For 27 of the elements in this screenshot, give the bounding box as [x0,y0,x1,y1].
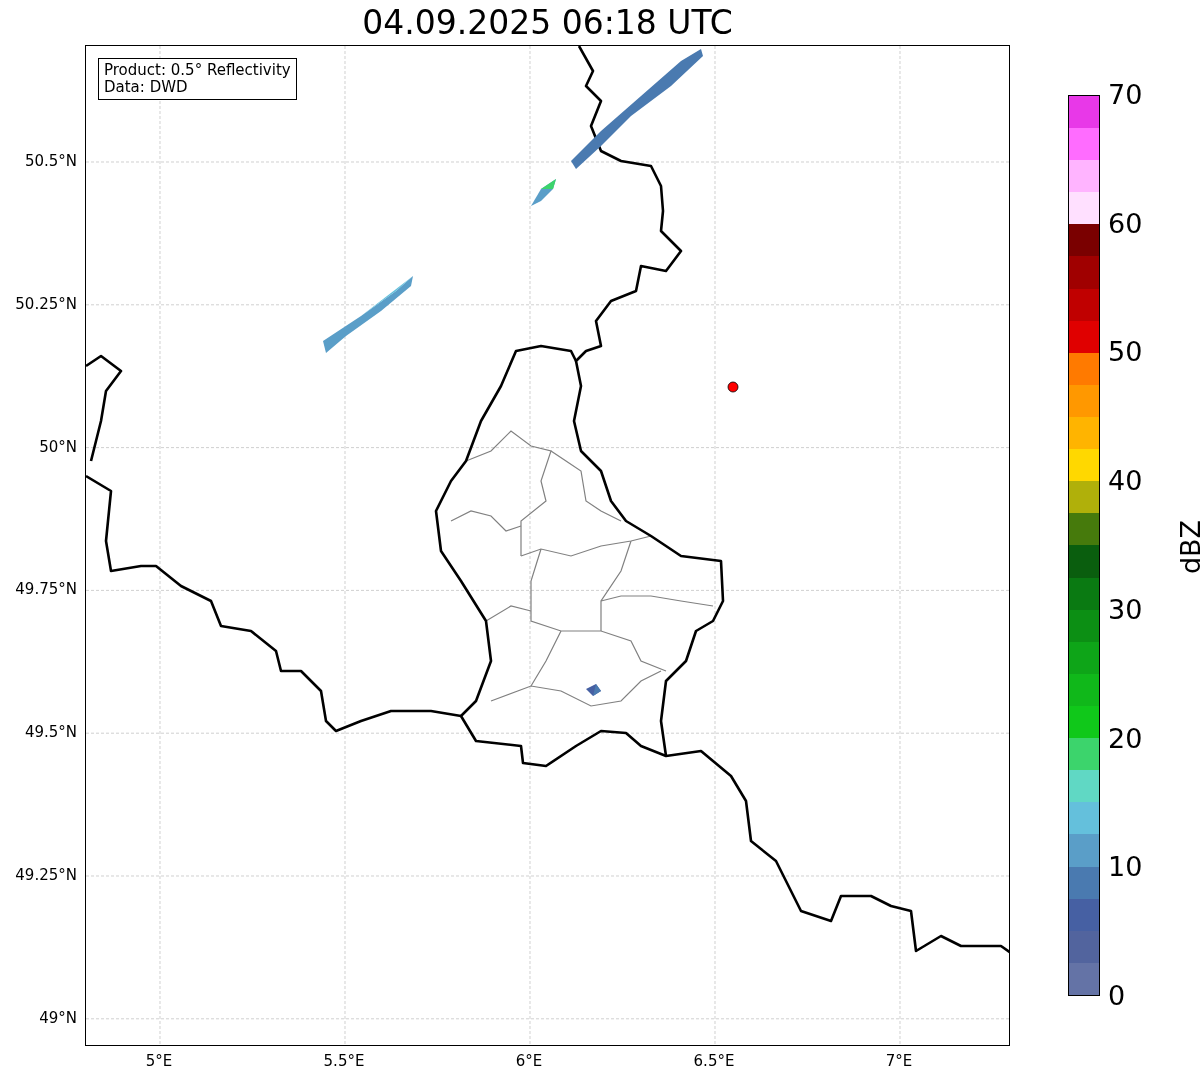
latitude-tick-label: 49.75°N [15,580,77,599]
latitude-tick-label: 49.25°N [15,866,77,884]
colorbar-tick-label: 0 [1108,981,1126,1011]
longitude-tick-label: 6°E [515,1052,543,1070]
chart-title: 04.09.2025 06:18 UTC [362,3,733,43]
radar-echo [586,684,601,696]
latitude-tick-label: 49°N [39,1008,77,1027]
colorbar-tick-label: 20 [1108,723,1143,754]
colorbar-label: dBZ [1176,519,1202,575]
longitude-tick-label: 5°E [145,1052,173,1070]
colorbar-tick-label: 30 [1108,594,1143,625]
latitude-tick-label: 50°N [39,437,77,456]
radar-echo [531,179,556,206]
latitude-tick-label: 50.25°N [15,294,77,313]
colorbar-tick-label: 50 [1108,337,1143,368]
colorbar-tick-label: 60 [1108,208,1143,239]
longitude-tick-label: 5.5°E [323,1052,365,1070]
location-marker [727,381,739,393]
longitude-tick-label: 7°E [885,1052,913,1070]
colorbar-tick-label: 10 [1108,852,1143,883]
colorbar-tick-label: 70 [1108,80,1143,110]
info-text: Data: DWD [104,79,189,96]
latitude-tick-label: 50.5°N [24,152,77,170]
latitude-tick-label: 49.5°N [24,723,77,742]
longitude-tick-label: 6.5°E [693,1052,735,1070]
colorbar-tick-label: 40 [1108,466,1143,497]
info-text: Product: 0.5° Reflectivity [104,62,291,79]
